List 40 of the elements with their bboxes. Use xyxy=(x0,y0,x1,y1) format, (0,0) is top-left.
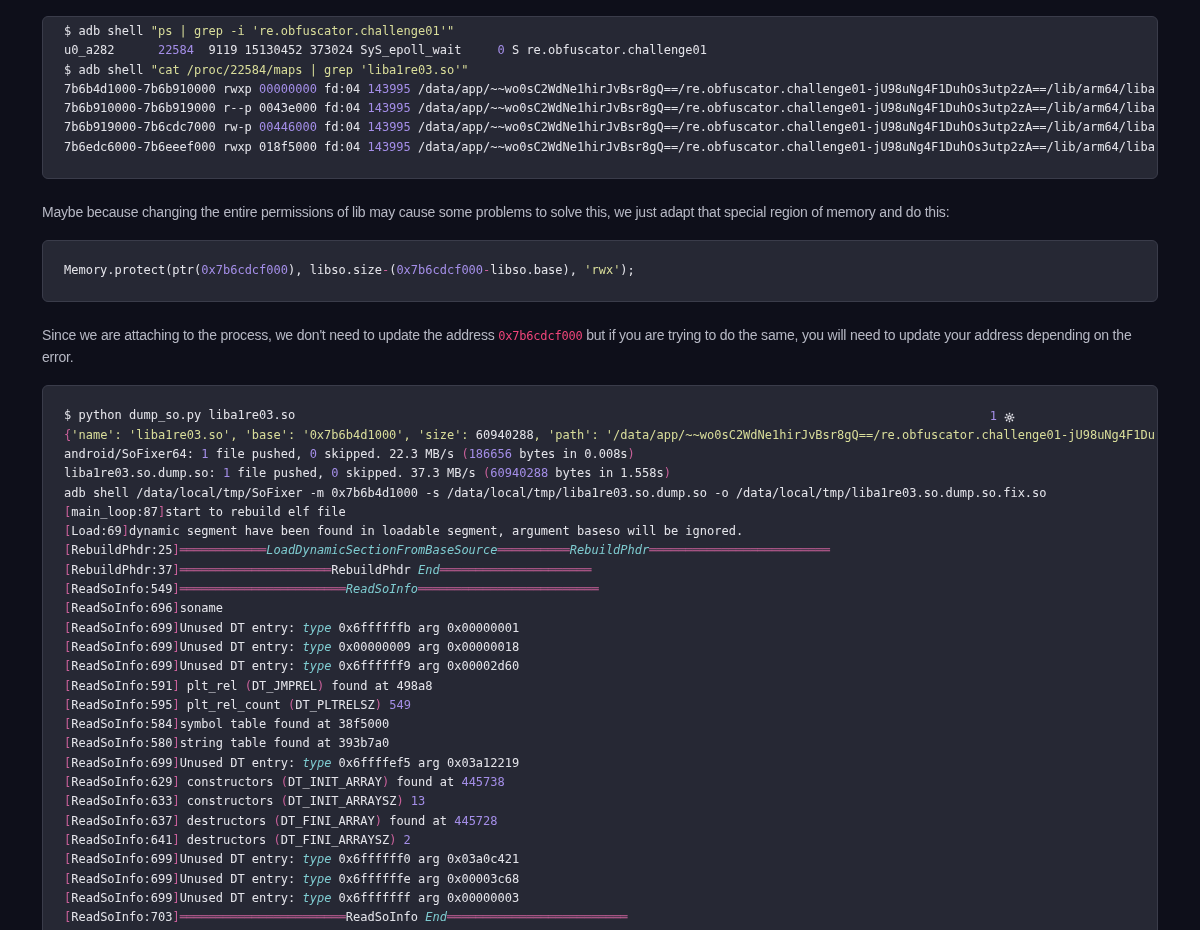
code-line: [ReadSoInfo:699]Unused DT entry: type 0x6fffffff arg 0x00000003 xyxy=(64,889,520,907)
code-line: adb shell /data/local/tmp/SoFixer -m 0x7b6b4d1000 -s /data/local/tmp/liba1re03.so.dump.so -o /data/local/tmp/liba1re03.so.dump.so.fix.so xyxy=(64,484,1047,502)
code-line: $ python dump_so.py liba1re03.so xyxy=(64,407,296,425)
code-line: [ReadSoInfo:699]Unused DT entry: type 0x6ffffffb arg 0x00000001 xyxy=(64,619,520,637)
code-line: 7b6b919000-7b6cdc7000 rw-p 00446000 fd:04 143995 /data/app/~~wo0sC2WdNe1hirJvBsr8gQ==/re.obfuscator.challenge01-jU98uNg4F1DuhOs3utp2zA==/lib/arm64/liba xyxy=(64,119,1155,137)
code-line: [ReadSoInfo:699]Unused DT entry: type 0x00000009 arg 0x00000018 xyxy=(64,638,520,656)
code-line: $ adb shell "ps | grep -i 're.obfuscator.challenge01'" xyxy=(64,23,455,40)
code-line: [ReadSoInfo:696]soname xyxy=(64,600,223,618)
code-line: u0_a282 22584 9119 15130452 373024 SyS_epoll_wait 0 S re.obfuscator.challenge01 xyxy=(64,42,707,60)
gear-icon[interactable] xyxy=(1004,411,1015,423)
code-line: [ReadSoInfo:641] destructors (DT_FINI_ARRAYSZ) 2 xyxy=(64,831,411,849)
code-line: [ReadSoInfo:703]═══════════════════════ReadSoInfo End═════════════════════════ xyxy=(64,909,628,927)
code-line: [RebuildPhdr:25]════════════LoadDynamicSectionFromBaseSource══════════RebuildPhdr═════════════════════════ xyxy=(64,542,830,560)
line-counter: 1 xyxy=(989,408,997,426)
code-line: [ReadSoInfo:595] plt_rel_count (DT_PLTRELSZ) 549 xyxy=(64,696,411,714)
code-line: [ReadSoInfo:633] constructors (DT_INIT_ARRAYSZ) 13 xyxy=(64,793,426,811)
inline-code: 0x7b6cdcf000 xyxy=(498,329,583,344)
paragraph: Maybe because changing the entire permissions of lib may cause some problems to solve this, we just adapt that special region of memory and do this: xyxy=(42,203,951,223)
code-line: liba1re03.so.dump.so: 1 file pushed, 0 skipped. 37.3 MB/s (60940288 bytes in 1.558s) xyxy=(64,465,671,483)
code-line: Memory.protect(ptr(0x7b6cdcf000), libso.size-(0x7b6cdcf000-libso.base), 'rwx'); xyxy=(64,262,635,280)
code-line: [ReadSoInfo:699]Unused DT entry: type 0x6ffffef5 arg 0x03a12219 xyxy=(64,754,520,772)
code-line: [RebuildPhdr:37]═════════════════════RebuildPhdr End═════════════════════ xyxy=(64,561,592,579)
code-line: {'name': 'liba1re03.so', 'base': '0x7b6b4d1000', 'size': 60940288, 'path': '/data/app/~~wo0sC2WdNe1hirJvBsr8gQ==/re.obfuscator.challenge01-jU98uNg4F1Du xyxy=(64,426,1155,444)
code-line: [ReadSoInfo:580]string table found at 393b7a0 xyxy=(64,735,390,753)
code-line: [ReadSoInfo:637] destructors (DT_FINI_ARRAY) found at 445728 xyxy=(64,812,498,830)
code-line: android/SoFixer64: 1 file pushed, 0 skipped. 22.3 MB/s (186656 bytes in 0.008s) xyxy=(64,445,635,463)
code-line: 7b6b4d1000-7b6b910000 rwxp 00000000 fd:04 143995 /data/app/~~wo0sC2WdNe1hirJvBsr8gQ==/re.obfuscator.challenge01-jU98uNg4F1DuhOs3utp2zA==/lib/arm64/liba xyxy=(64,80,1155,98)
code-line: [Load:69]dynamic segment have been found in loadable segment, argument baseso will be ignored. xyxy=(64,523,744,541)
code-line: [ReadSoInfo:549]═══════════════════════ReadSoInfo═════════════════════════ xyxy=(64,581,599,599)
code-line: [ReadSoInfo:629] constructors (DT_INIT_ARRAY) found at 445738 xyxy=(64,774,505,791)
code-line: 7b6b910000-7b6b919000 r--p 0043e000 fd:04 143995 /data/app/~~wo0sC2WdNe1hirJvBsr8gQ==/re.obfuscator.challenge01-jU98uNg4F1DuhOs3utp2zA==/lib/arm64/liba xyxy=(64,100,1155,118)
code-line: [main_loop:87]start to rebuild elf file xyxy=(64,503,346,521)
code-line: [ReadSoInfo:591] plt_rel (DT_JMPREL) found at 498a8 xyxy=(64,677,433,695)
code-line: [ReadSoInfo:699]Unused DT entry: type 0x6ffffffe arg 0x00003c68 xyxy=(64,870,520,888)
code-line: [ReadSoInfo:584]symbol table found at 38f5000 xyxy=(64,716,390,734)
code-line: [ReadSoInfo:699]Unused DT entry: type 0x6ffffff9 arg 0x00002d60 xyxy=(64,658,520,676)
code-line: 7b6edc6000-7b6eeef000 rwxp 018f5000 fd:04 143995 /data/app/~~wo0sC2WdNe1hirJvBsr8gQ==/re.obfuscator.challenge01-jU98uNg4F1DuhOs3utp2zA==/lib/arm64/liba xyxy=(64,138,1155,156)
code-line: [ReadSoInfo:699]Unused DT entry: type 0x6ffffff0 arg 0x03a0c421 xyxy=(64,851,520,869)
code-line: $ adb shell "cat /proc/22584/maps | grep 'liba1re03.so'" xyxy=(64,61,469,79)
paragraph: Since we are attaching to the process, we don't need to update the address 0x7b6cdcf000 but if you are trying to do the same, you will need to update your address depending on the error. xyxy=(42,326,1133,368)
